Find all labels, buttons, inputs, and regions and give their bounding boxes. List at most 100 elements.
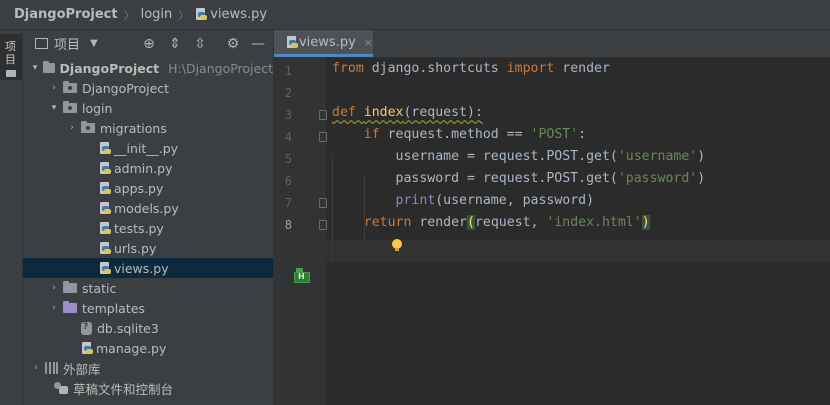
project-tool-tab[interactable]: 项目	[0, 34, 22, 80]
code-line[interactable]: username = request.POST.get('username')	[332, 146, 706, 168]
collapse-all-icon[interactable]: ⇳	[192, 36, 208, 52]
tree-item-label: manage.py	[96, 340, 167, 356]
code-line[interactable]: print(username, password)	[332, 190, 595, 212]
folder-icon	[6, 70, 16, 77]
tree-row[interactable]: › migrations	[23, 118, 273, 138]
line-number: 5	[284, 152, 292, 166]
line-number: 8	[284, 218, 292, 232]
tree-row[interactable]: db.sqlite3	[23, 318, 273, 338]
library-icon	[45, 362, 58, 374]
chevron-right-icon[interactable]: ›	[49, 83, 59, 93]
tree-row[interactable]: admin.py	[23, 158, 273, 178]
editor: views.py × 1 2 3 4 5 6 7 8 from django.shortcut…	[274, 30, 830, 405]
breadcrumb-project[interactable]: DjangoProject	[14, 7, 118, 22]
breadcrumb-folder[interactable]: login	[141, 7, 173, 22]
lightbulb-icon[interactable]	[392, 239, 402, 251]
tree-item-label: apps.py	[114, 180, 164, 196]
project-toolbar: 项目 ▼ ⊕ ⇕ ⇳ ⚙ —	[23, 30, 273, 57]
code-token: request.method ==	[387, 127, 531, 142]
minimize-icon[interactable]: —	[250, 36, 266, 52]
editor-tab-bar: views.py ×	[274, 30, 830, 58]
python-file-icon	[81, 341, 93, 355]
tool-window-strip: 项目	[0, 30, 23, 405]
line-number: 6	[284, 174, 292, 188]
code-token: (request):	[403, 105, 483, 120]
project-panel: 项目 ▼ ⊕ ⇕ ⇳ ⚙ — ▾ DjangoProject H:\DjangoPr…	[23, 30, 273, 405]
editor-gutter[interactable]: 1 2 3 4 5 6 7 8	[274, 58, 327, 405]
tree-row[interactable]: › templates	[23, 298, 273, 318]
gear-icon[interactable]: ⚙	[225, 36, 241, 52]
tree-row[interactable]: ▾ DjangoProject H:\DjangoProject	[23, 58, 273, 78]
tree-item-label: login	[82, 100, 113, 116]
breadcrumb: DjangoProject 〉 login 〉 views.py	[0, 0, 830, 30]
chevron-right-icon[interactable]: ›	[31, 363, 41, 373]
tree-item-label: db.sqlite3	[97, 320, 159, 336]
folder-icon	[43, 61, 55, 73]
chevron-right-icon[interactable]: ›	[49, 303, 59, 313]
database-file-icon	[81, 321, 92, 335]
project-view-title[interactable]: 项目	[54, 34, 80, 53]
tree-item-label: views.py	[114, 260, 169, 276]
chevron-right-icon[interactable]: ›	[49, 283, 59, 293]
expand-all-icon[interactable]: ⇕	[167, 36, 183, 52]
tree-row[interactable]: urls.py	[23, 238, 273, 258]
tree-item-label: urls.py	[114, 240, 157, 256]
folder-icon	[63, 281, 77, 293]
tree-row[interactable]: manage.py	[23, 338, 273, 358]
breadcrumb-separator-icon: 〉	[123, 8, 135, 22]
close-icon[interactable]: ×	[364, 36, 373, 49]
code-token: request,	[474, 215, 547, 230]
chevron-right-icon[interactable]: ›	[67, 123, 77, 133]
code-line[interactable]: if request.method == 'POST':	[332, 124, 586, 146]
code-line[interactable]: from django.shortcuts import render	[332, 58, 610, 80]
project-path: H:\DjangoProject	[168, 60, 273, 76]
tree-row[interactable]: tests.py	[23, 218, 273, 238]
code-token: def	[332, 105, 364, 120]
code-token: print	[395, 193, 436, 208]
tree-item-label: models.py	[114, 200, 179, 216]
code-token: (username, password)	[435, 193, 595, 208]
chevron-down-icon[interactable]: ▼	[90, 38, 98, 49]
code-token: from	[332, 61, 372, 76]
code-token: 'POST'	[530, 127, 579, 142]
tab-label: views.py	[298, 34, 356, 50]
tree-item-label: templates	[82, 300, 145, 316]
code-line[interactable]: def index(request):	[332, 102, 483, 124]
code-token: username = request.POST.get(	[332, 149, 618, 164]
scratches-console-icon	[54, 382, 68, 394]
tab-views-py[interactable]: views.py ×	[274, 30, 373, 57]
code-token: return	[363, 215, 420, 230]
code-token: :	[578, 127, 587, 142]
code-token: if	[332, 127, 388, 142]
python-file-icon	[99, 221, 111, 235]
tree-row[interactable]: apps.py	[23, 178, 273, 198]
tree-row[interactable]: › static	[23, 278, 273, 298]
tree-row[interactable]: 草稿文件和控制台	[23, 378, 273, 398]
tree-item-label: tests.py	[114, 220, 164, 236]
code-area[interactable]: from django.shortcuts import render def i…	[326, 58, 830, 405]
chevron-down-icon[interactable]: ▾	[49, 103, 59, 113]
tree-item-label: __init__.py	[114, 140, 179, 156]
code-line[interactable]: return render(request, 'index.html')	[332, 212, 650, 234]
tree-item-label: 外部库	[63, 361, 101, 377]
tree-row[interactable]: __init__.py	[23, 138, 273, 158]
breadcrumb-file[interactable]: views.py	[210, 7, 267, 22]
tree-row[interactable]: ▾ login	[23, 98, 273, 118]
tree-row[interactable]: models.py	[23, 198, 273, 218]
code-token: render	[562, 61, 610, 76]
tree-row[interactable]: › 外部库	[23, 358, 273, 378]
run-gutter-icon[interactable]	[294, 272, 310, 283]
code-line[interactable]: password = request.POST.get('password')	[332, 168, 706, 190]
tree-row[interactable]: views.py	[23, 258, 273, 278]
tree-item-label: DjangoProject	[82, 80, 170, 96]
tree-row[interactable]: › DjangoProject	[23, 78, 273, 98]
tree-item-label: DjangoProject	[59, 60, 160, 76]
code-token: )	[697, 149, 706, 164]
line-number: 3	[284, 108, 292, 122]
chevron-down-icon[interactable]: ▾	[31, 63, 39, 73]
locate-icon[interactable]: ⊕	[141, 36, 157, 52]
code-token: )	[641, 215, 650, 230]
line-number: 4	[284, 130, 292, 144]
